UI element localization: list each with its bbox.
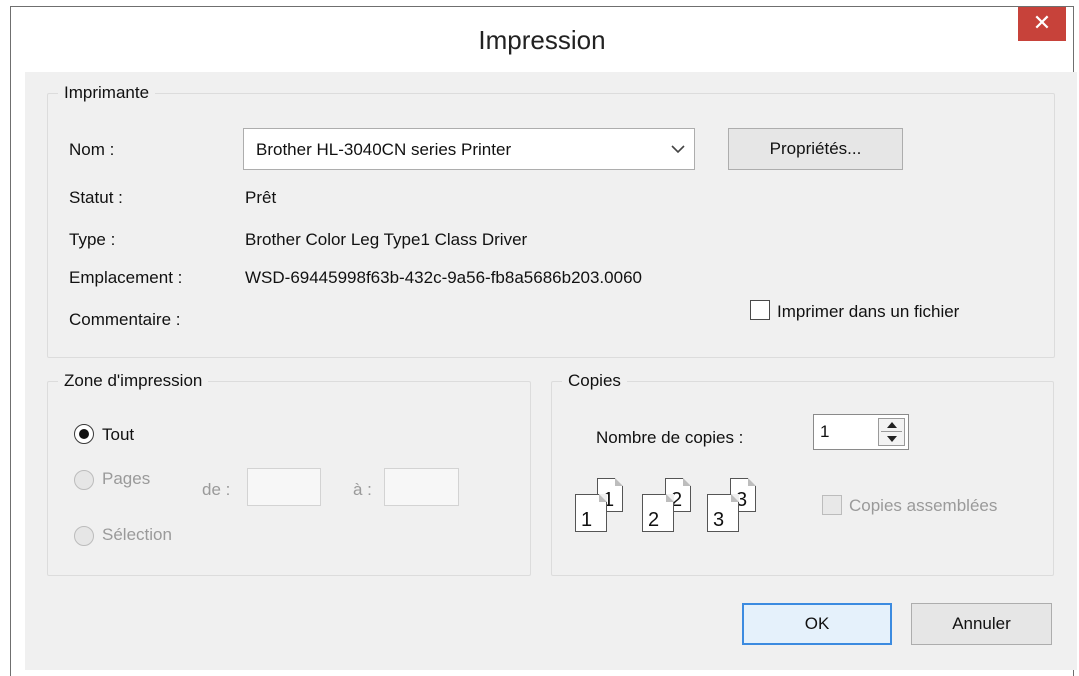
print-range-legend: Zone d'impression xyxy=(58,371,209,391)
collate-label[interactable]: Copies assemblées xyxy=(849,496,997,516)
page-icon: 3 xyxy=(707,494,739,532)
all-radio[interactable] xyxy=(74,424,94,444)
collate-illustration: 1 1 2 2 3 3 xyxy=(570,474,770,544)
printer-select-value: Brother HL-3040CN series Printer xyxy=(256,140,512,159)
location-label: Emplacement : xyxy=(69,268,183,287)
title-bar[interactable]: Impression ✕ xyxy=(11,7,1073,79)
close-icon: ✕ xyxy=(1032,10,1052,35)
pages-label[interactable]: Pages xyxy=(102,469,150,489)
page-icon: 2 xyxy=(642,494,674,532)
comment-label: Commentaire : xyxy=(69,310,181,329)
dialog-title: Impression xyxy=(478,25,606,55)
selection-radio[interactable] xyxy=(74,526,94,546)
status-value: Prêt xyxy=(245,188,277,207)
pages-radio[interactable] xyxy=(74,470,94,490)
spinner-buttons[interactable] xyxy=(878,418,905,446)
selection-label[interactable]: Sélection xyxy=(102,525,172,545)
dialog-body: Imprimante Nom : Brother HL-3040CN serie… xyxy=(25,72,1077,670)
copies-count-label: Nombre de copies : xyxy=(596,428,744,447)
ok-button[interactable]: OK xyxy=(742,603,892,645)
to-page-input[interactable] xyxy=(384,468,459,506)
copies-legend: Copies xyxy=(562,371,627,391)
all-label[interactable]: Tout xyxy=(102,425,134,445)
copies-count-spinner[interactable]: 1 xyxy=(813,414,909,450)
print-to-file-checkbox[interactable] xyxy=(750,300,770,320)
cancel-button[interactable]: Annuler xyxy=(911,603,1052,645)
from-label: de : xyxy=(202,480,231,499)
print-to-file-label[interactable]: Imprimer dans un fichier xyxy=(777,302,959,322)
chevron-down-icon xyxy=(671,145,685,154)
from-page-input[interactable] xyxy=(247,468,321,506)
radio-selected-dot xyxy=(79,429,89,439)
spin-up-icon[interactable] xyxy=(886,421,898,429)
type-value: Brother Color Leg Type1 Class Driver xyxy=(245,230,528,249)
page-icon: 1 xyxy=(575,494,607,532)
spinner-divider xyxy=(881,431,902,432)
location-value: WSD-69445998f63b-432c-9a56-fb8a5686b203.… xyxy=(245,268,642,287)
properties-button[interactable]: Propriétés... xyxy=(728,128,903,170)
copies-count-value: 1 xyxy=(820,422,830,441)
to-label: à : xyxy=(353,480,372,499)
close-button[interactable]: ✕ xyxy=(1018,7,1066,41)
printer-group-legend: Imprimante xyxy=(58,83,156,103)
spin-down-icon[interactable] xyxy=(886,435,898,443)
status-label: Statut : xyxy=(69,188,123,207)
type-label: Type : xyxy=(69,230,116,249)
name-label: Nom : xyxy=(69,140,115,159)
collate-checkbox[interactable] xyxy=(822,495,842,515)
printer-select[interactable]: Brother HL-3040CN series Printer xyxy=(243,128,695,170)
